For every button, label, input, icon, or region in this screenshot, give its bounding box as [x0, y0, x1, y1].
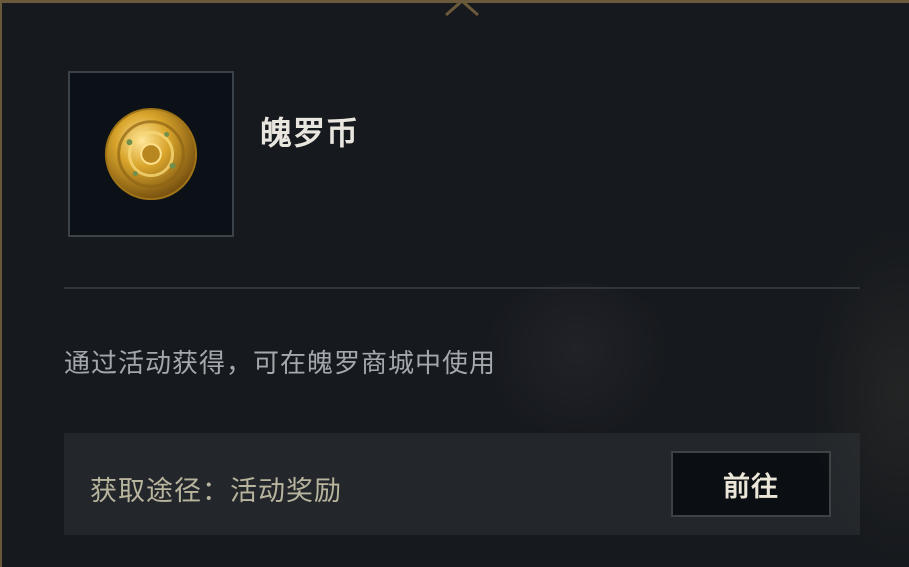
go-button[interactable]: 前往: [671, 451, 831, 517]
acquisition-source-bar: 获取途径：活动奖励 前往: [64, 433, 860, 535]
gold-coin-icon: [104, 107, 198, 201]
item-description: 通过活动获得，可在魄罗商城中使用: [64, 349, 497, 379]
divider: [64, 287, 860, 289]
chevron-up-icon: [445, 3, 479, 17]
item-tooltip-panel: 魄罗币 通过活动获得，可在魄罗商城中使用 获取途径：活动奖励 前往: [0, 0, 909, 567]
background-emblem: [472, 283, 682, 433]
acquisition-source-label: 获取途径：活动奖励: [90, 476, 342, 507]
item-icon-frame: [68, 71, 234, 237]
item-name: 魄罗币: [260, 114, 360, 152]
